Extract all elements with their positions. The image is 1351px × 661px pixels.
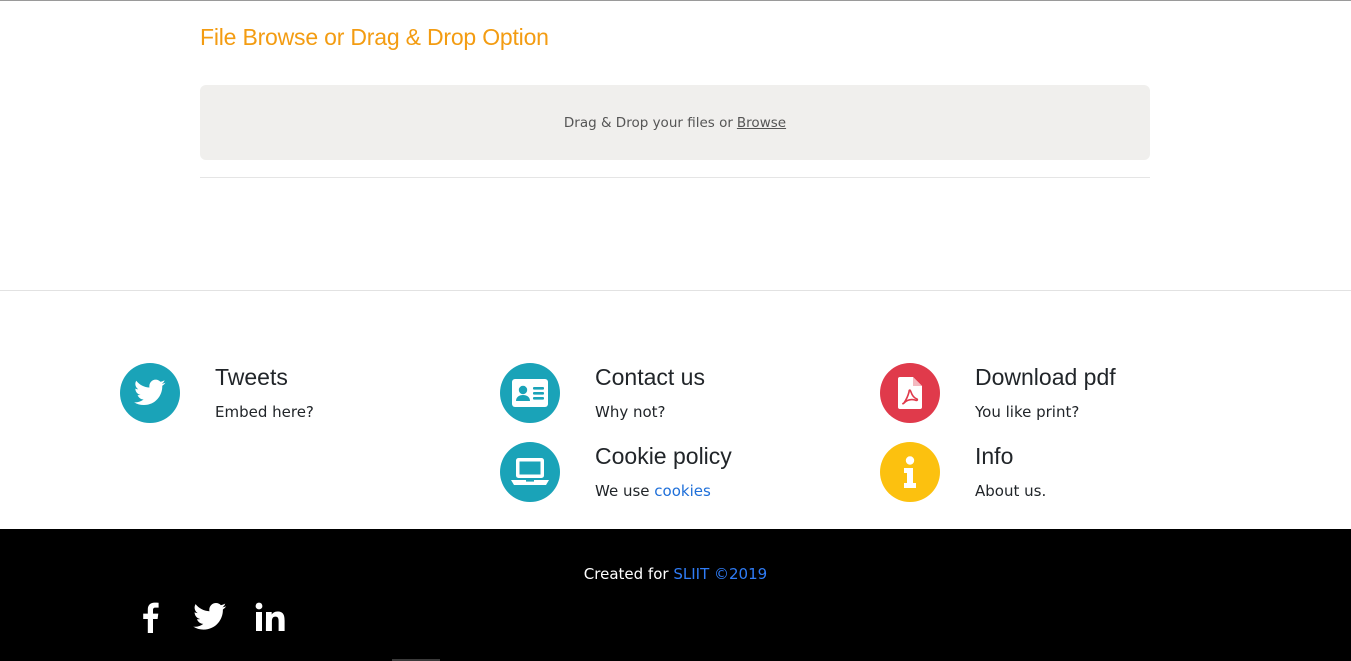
feature-tweets: Tweets Embed here? <box>120 363 420 433</box>
feature-text-download: You like print? <box>975 403 1080 421</box>
cookie-text-prefix: We use <box>595 482 650 500</box>
sliit-link[interactable]: SLIIT ©2019 <box>673 565 767 583</box>
feature-info: Info About us. <box>880 442 1180 512</box>
feature-text-cookie: We use cookies <box>595 482 711 500</box>
footer: Created for SLIIT ©2019 <box>0 529 1351 661</box>
info-icon <box>880 442 940 502</box>
feature-title-info: Info <box>975 443 1014 469</box>
twitter-icon <box>120 363 180 423</box>
browse-link[interactable]: Browse <box>737 115 786 131</box>
feature-text-contact: Why not? <box>595 403 666 421</box>
feature-title-download: Download pdf <box>975 364 1116 390</box>
credit-prefix: Created for <box>583 565 669 583</box>
upload-divider <box>200 177 1150 178</box>
section-divider <box>0 290 1351 291</box>
laptop-icon <box>500 442 560 502</box>
feature-text-info: About us. <box>975 482 1047 500</box>
footer-credit: Created for SLIIT ©2019 <box>0 565 1351 583</box>
dropzone-prompt: Drag & Drop your files or <box>563 114 733 131</box>
feature-title-cookie: Cookie policy <box>595 443 732 469</box>
feature-title-contact: Contact us <box>595 364 705 390</box>
feature-text-tweets: Embed here? <box>215 403 314 421</box>
page: File Browse or Drag & Drop Option Drag &… <box>0 0 1351 661</box>
upload-section-title: File Browse or Drag & Drop Option <box>200 24 549 50</box>
contact-card-icon <box>500 363 560 423</box>
file-dropzone[interactable]: Drag & Drop your files or Browse <box>200 85 1150 160</box>
feature-title-tweets: Tweets <box>215 364 288 390</box>
feature-contact: Contact us Why not? <box>500 363 800 433</box>
top-divider <box>0 0 1351 1</box>
twitter-icon[interactable] <box>192 599 228 635</box>
facebook-icon[interactable] <box>132 599 168 635</box>
feature-download: Download pdf You like print? <box>880 363 1200 433</box>
linkedin-icon[interactable] <box>252 599 288 635</box>
cookies-link[interactable]: cookies <box>654 482 711 500</box>
pdf-file-icon <box>880 363 940 423</box>
feature-cookie: Cookie policy We use cookies <box>500 442 800 512</box>
